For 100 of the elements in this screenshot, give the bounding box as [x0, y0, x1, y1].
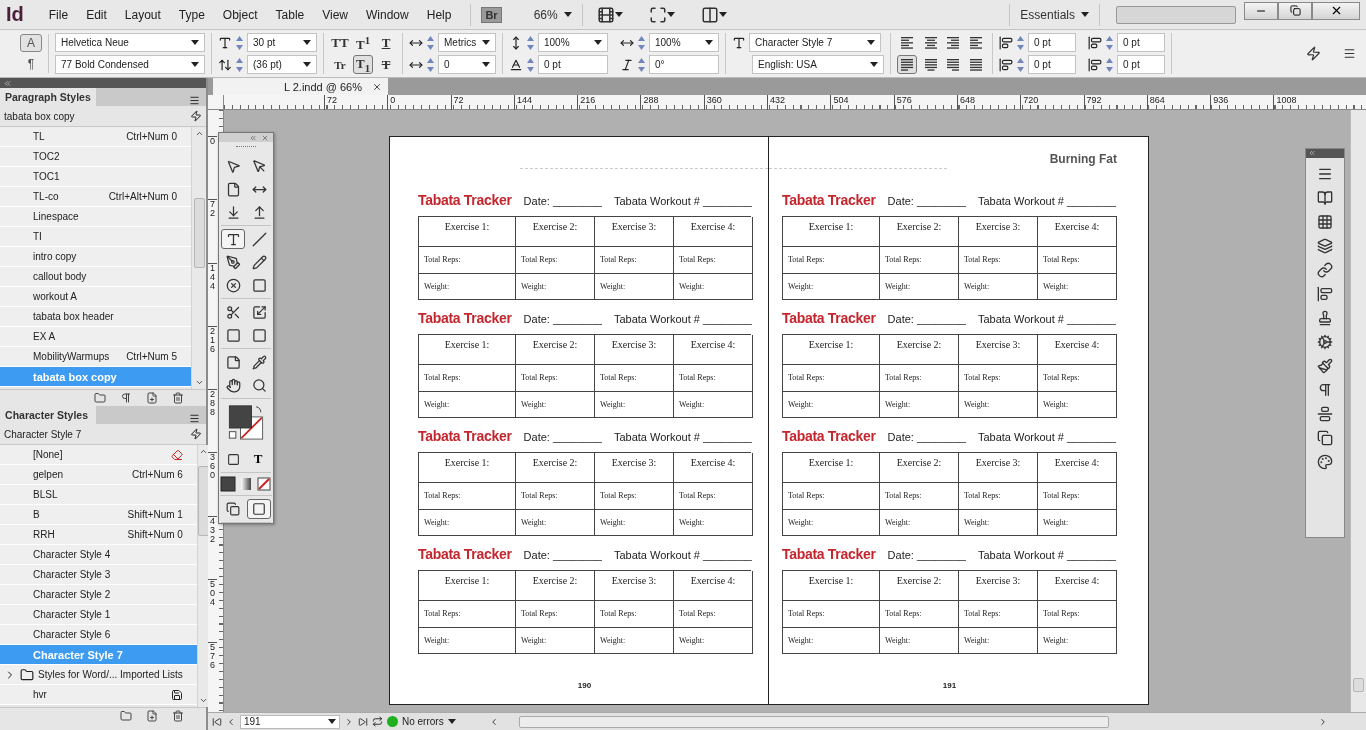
style-item[interactable]: tabata box header — [0, 307, 191, 327]
panel-tab[interactable]: Paragraph Styles — [0, 88, 96, 106]
scrollbar-thumb[interactable] — [1353, 678, 1364, 692]
stepper-icon[interactable] — [235, 33, 244, 52]
style-item[interactable]: Character Style 6 — [0, 625, 197, 645]
minimize-button[interactable] — [1244, 1, 1278, 20]
scrollbar[interactable] — [191, 127, 206, 389]
stepper-icon[interactable] — [637, 55, 646, 74]
style-item[interactable]: MobilityWarmups Ctrl+Num 5 — [0, 347, 191, 367]
table-cell: Total Reps: — [1038, 365, 1117, 392]
type-style-button[interactable]: TT — [330, 33, 350, 52]
style-item[interactable]: [None] — [0, 445, 197, 465]
menu-item[interactable]: Window — [357, 7, 418, 22]
zoom-level[interactable]: 66% — [533, 7, 558, 22]
style-item[interactable]: BLSL — [0, 485, 197, 505]
dropdown-field[interactable]: 100% — [538, 33, 608, 52]
style-item[interactable]: Character Style 2 — [0, 585, 197, 605]
input-field[interactable]: 0 pt — [1117, 55, 1165, 74]
style-item[interactable]: intro copy — [0, 247, 191, 267]
close-button[interactable] — [1312, 1, 1360, 20]
panel-tab[interactable]: Character Styles — [0, 406, 96, 424]
style-item[interactable]: TOC2 — [0, 147, 191, 167]
style-item[interactable]: EX A — [0, 327, 191, 347]
style-item[interactable]: Character Style 1 — [0, 605, 197, 625]
type-style-button[interactable]: T$_{1}$ — [353, 55, 373, 74]
mode-toggle[interactable]: A — [20, 34, 42, 52]
preflight-status[interactable]: No errors — [402, 716, 444, 727]
style-item[interactable]: B Shift+Num 1 — [0, 505, 197, 525]
type-style-button[interactable]: T — [376, 33, 396, 52]
stepper-icon[interactable] — [526, 33, 535, 52]
search-field[interactable] — [1116, 5, 1236, 24]
workspace-switcher[interactable]: Essentials — [1020, 7, 1075, 22]
input-field[interactable]: 0° — [649, 55, 719, 74]
input-field[interactable]: 0 pt — [1117, 33, 1165, 52]
dropdown-field[interactable]: 77 Bold Condensed — [55, 55, 205, 74]
style-item[interactable]: Styles for Word/... Imported Lists — [0, 665, 197, 685]
menu-item[interactable]: Table — [266, 7, 314, 22]
input-field[interactable]: 0 pt — [1028, 55, 1076, 74]
dropdown-field[interactable]: (36 pt) — [247, 55, 317, 74]
vertical-scrollbar[interactable] — [1350, 110, 1366, 712]
style-item[interactable]: hvr — [0, 685, 197, 705]
style-item[interactable]: Linespace — [0, 207, 191, 227]
style-item[interactable]: workout A — [0, 287, 191, 307]
none-swatch-icon[interactable] — [256, 476, 272, 492]
input-field[interactable]: 0 pt — [1028, 33, 1076, 52]
document-tab[interactable]: L 2.indd @ 66% — [213, 78, 388, 95]
menu-item[interactable]: Type — [169, 7, 214, 22]
dropdown-field[interactable]: 100% — [649, 33, 719, 52]
scrollbar-thumb[interactable] — [519, 715, 1109, 728]
dropdown-field[interactable]: Character Style 7 — [749, 33, 881, 52]
stepper-icon[interactable] — [235, 55, 244, 74]
stepper-icon[interactable] — [426, 55, 435, 74]
dropdown-field[interactable]: 0 — [438, 55, 496, 74]
menu-item[interactable]: Object — [213, 7, 267, 22]
stepper-icon[interactable] — [1016, 55, 1025, 74]
table-header-cell: Exercise 3: — [595, 217, 674, 247]
view-mode-button[interactable] — [247, 499, 271, 519]
dropdown-field[interactable]: Helvetica Neue — [55, 33, 205, 52]
type-style-button[interactable]: Tr — [330, 55, 350, 74]
dropdown-field[interactable]: English: USA — [752, 55, 884, 74]
align-button[interactable] — [897, 55, 917, 74]
gradient-swatch-icon[interactable] — [238, 476, 254, 492]
stepper-icon[interactable] — [1105, 55, 1114, 74]
style-item[interactable]: TOC1 — [0, 167, 191, 187]
format-text-button[interactable]: T — [247, 449, 269, 469]
table-cell: Weight: — [516, 392, 595, 418]
style-item[interactable]: Character Style 3 — [0, 565, 197, 585]
input-field[interactable]: 0 pt — [538, 55, 608, 74]
stepper-icon[interactable] — [637, 33, 646, 52]
style-item[interactable]: RRH Shift+Num 0 — [0, 525, 197, 545]
style-item[interactable]: TL Ctrl+Num 0 — [0, 127, 191, 147]
bridge-button[interactable]: Br — [481, 6, 502, 23]
stepper-icon[interactable] — [1105, 33, 1114, 52]
style-item[interactable]: TL-co Ctrl+Alt+Num 0 — [0, 187, 191, 207]
style-item[interactable]: TI — [0, 227, 191, 247]
stepper-icon[interactable] — [1016, 33, 1025, 52]
layers-icon — [1317, 238, 1333, 254]
table-cell: Total Reps: — [1038, 247, 1117, 274]
menu-item[interactable]: Edit — [77, 7, 116, 22]
dropdown-field[interactable]: 30 pt — [247, 33, 317, 52]
fill-stroke-swatch[interactable] — [226, 404, 266, 441]
scrollbar-thumb[interactable] — [193, 198, 205, 268]
dropdown-field[interactable]: Metrics — [438, 33, 496, 52]
stepper-icon[interactable] — [426, 33, 435, 52]
page-field[interactable]: 191 — [240, 714, 340, 729]
style-item[interactable]: gelpen Ctrl+Num 6 — [0, 465, 197, 485]
menu-item[interactable]: Help — [417, 7, 461, 22]
stepper-icon[interactable] — [526, 55, 535, 74]
menu-item[interactable]: View — [313, 7, 358, 22]
tool-button[interactable] — [221, 229, 245, 250]
type-style-button[interactable]: T — [376, 55, 396, 74]
style-item[interactable]: Character Style 4 — [0, 545, 197, 565]
style-item[interactable]: callout body — [0, 267, 191, 287]
scrollbar-thumb[interactable] — [197, 466, 209, 536]
mode-toggle[interactable]: ¶ — [20, 55, 42, 73]
menu-item[interactable]: Layout — [115, 7, 170, 22]
color-swatch-icon[interactable] — [220, 476, 236, 492]
restore-button[interactable] — [1278, 1, 1312, 20]
menu-item[interactable]: File — [39, 7, 78, 22]
type-style-button[interactable]: T$^{1}$ — [353, 33, 373, 52]
